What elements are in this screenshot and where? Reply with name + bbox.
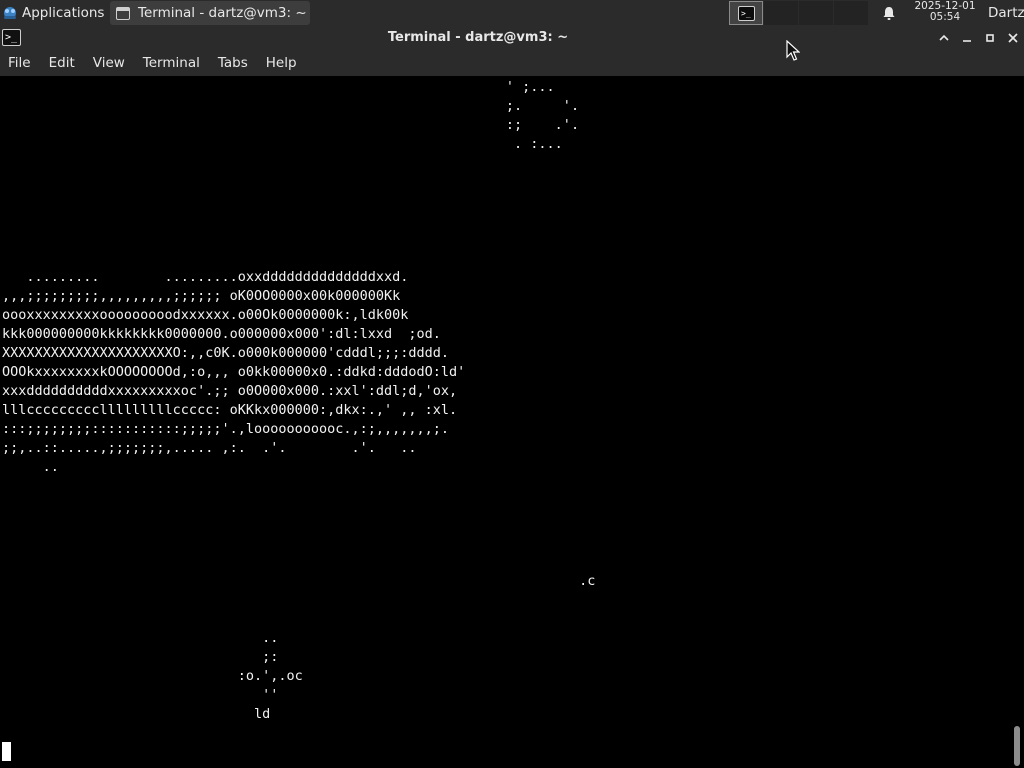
menu-help[interactable]: Help — [266, 55, 297, 71]
window-titlebar[interactable]: >_ Terminal - dartz@vm3: ~ — [0, 26, 1024, 50]
menu-edit[interactable]: Edit — [49, 55, 75, 71]
terminal-line: ld — [2, 706, 271, 722]
menu-tabs[interactable]: Tabs — [218, 55, 248, 71]
taskbar-terminal-button[interactable]: Terminal - dartz@vm3: ~ — [110, 1, 310, 25]
scrollbar-thumb[interactable] — [1014, 726, 1020, 766]
terminal-line: kkk000000000kkkkkkkk0000000.o000000x000'… — [2, 326, 441, 342]
mouse-pointer-icon — [786, 40, 800, 61]
workspace-4-button[interactable] — [834, 1, 868, 25]
terminal-line: lllccccccccclllllllllccccc: oKKkx000000:… — [2, 402, 458, 418]
chevron-up-icon[interactable] — [937, 31, 951, 45]
terminal-line: ;. '. — [2, 98, 580, 114]
notification-bell-icon[interactable] — [882, 6, 896, 21]
workspace-3-button[interactable] — [799, 1, 833, 25]
terminal-line: ,,,;;;;;;;;;,,,,,,,,,;;;;;; oK0OO0000x00… — [2, 288, 401, 304]
terminal-line: .. — [2, 630, 279, 646]
terminal-line: . :... — [2, 136, 563, 152]
close-icon[interactable] — [1006, 31, 1020, 45]
window-icon — [116, 6, 130, 20]
workspace-1-button[interactable]: >_ — [729, 1, 763, 25]
terminal-line: OOOkxxxxxxxxkOOOOOOOOd,:o,,, o0kk00000x0… — [2, 364, 466, 380]
terminal-line: oooxxxxxxxxxooooooooodxxxxxx.o00Ok000000… — [2, 307, 409, 323]
terminal-line: ' ;... — [2, 79, 555, 95]
terminal-line: XXXXXXXXXXXXXXXXXXXXXO:,,c0K.o000k000000… — [2, 345, 450, 361]
terminal-line: ......... .........oxxddddddddddddddxxd. — [2, 269, 409, 285]
desktop: Applications Terminal - dartz@vm3: ~ >_ … — [0, 0, 1024, 768]
applications-label: Applications — [22, 5, 105, 21]
text-cursor — [2, 742, 11, 761]
taskbar-terminal-label: Terminal - dartz@vm3: ~ — [138, 5, 307, 21]
top-panel: Applications Terminal - dartz@vm3: ~ >_ … — [0, 0, 1024, 26]
terminal-line: ;;,..::.....,;;;;;;;,..... ,:. .'. .'. .… — [2, 440, 417, 456]
menu-bar: File Edit View Terminal Tabs Help — [0, 50, 1024, 76]
xfce-mouse-icon — [4, 7, 16, 19]
clock[interactable]: 2025-12-01 05:54 — [906, 1, 984, 23]
terminal-line: :; .'. — [2, 117, 580, 133]
terminal-scrollbar[interactable] — [1010, 76, 1024, 768]
maximize-icon[interactable] — [983, 31, 997, 45]
menu-view[interactable]: View — [93, 55, 125, 71]
clock-time: 05:54 — [929, 11, 961, 23]
terminal-output[interactable]: ' ;... ;. '. :; .'. .:... ......... ...… — [0, 76, 1010, 768]
terminal-line: :::;;;;;;;;:::::::::::;;;;;'.,looooooooo… — [2, 421, 450, 437]
terminal-line: ;: — [2, 649, 279, 665]
minimize-icon[interactable] — [960, 31, 974, 45]
terminal-line: xxxddddddddddxxxxxxxxxoc'.;; o0O000x000.… — [2, 383, 458, 399]
workspace-2-button[interactable] — [764, 1, 798, 25]
terminal-line: .c — [2, 573, 596, 589]
applications-menu-button[interactable]: Applications — [0, 0, 108, 26]
terminal-line: :o.',.oc — [2, 668, 303, 684]
menu-terminal[interactable]: Terminal — [143, 55, 200, 71]
user-menu[interactable]: Dartz — [988, 0, 1024, 26]
terminal-line: '' — [2, 687, 279, 703]
window-title: Terminal - dartz@vm3: ~ — [387, 30, 569, 45]
terminal-line: .. — [2, 459, 59, 475]
terminal-icon: >_ — [738, 6, 755, 21]
menu-file[interactable]: File — [8, 55, 31, 71]
